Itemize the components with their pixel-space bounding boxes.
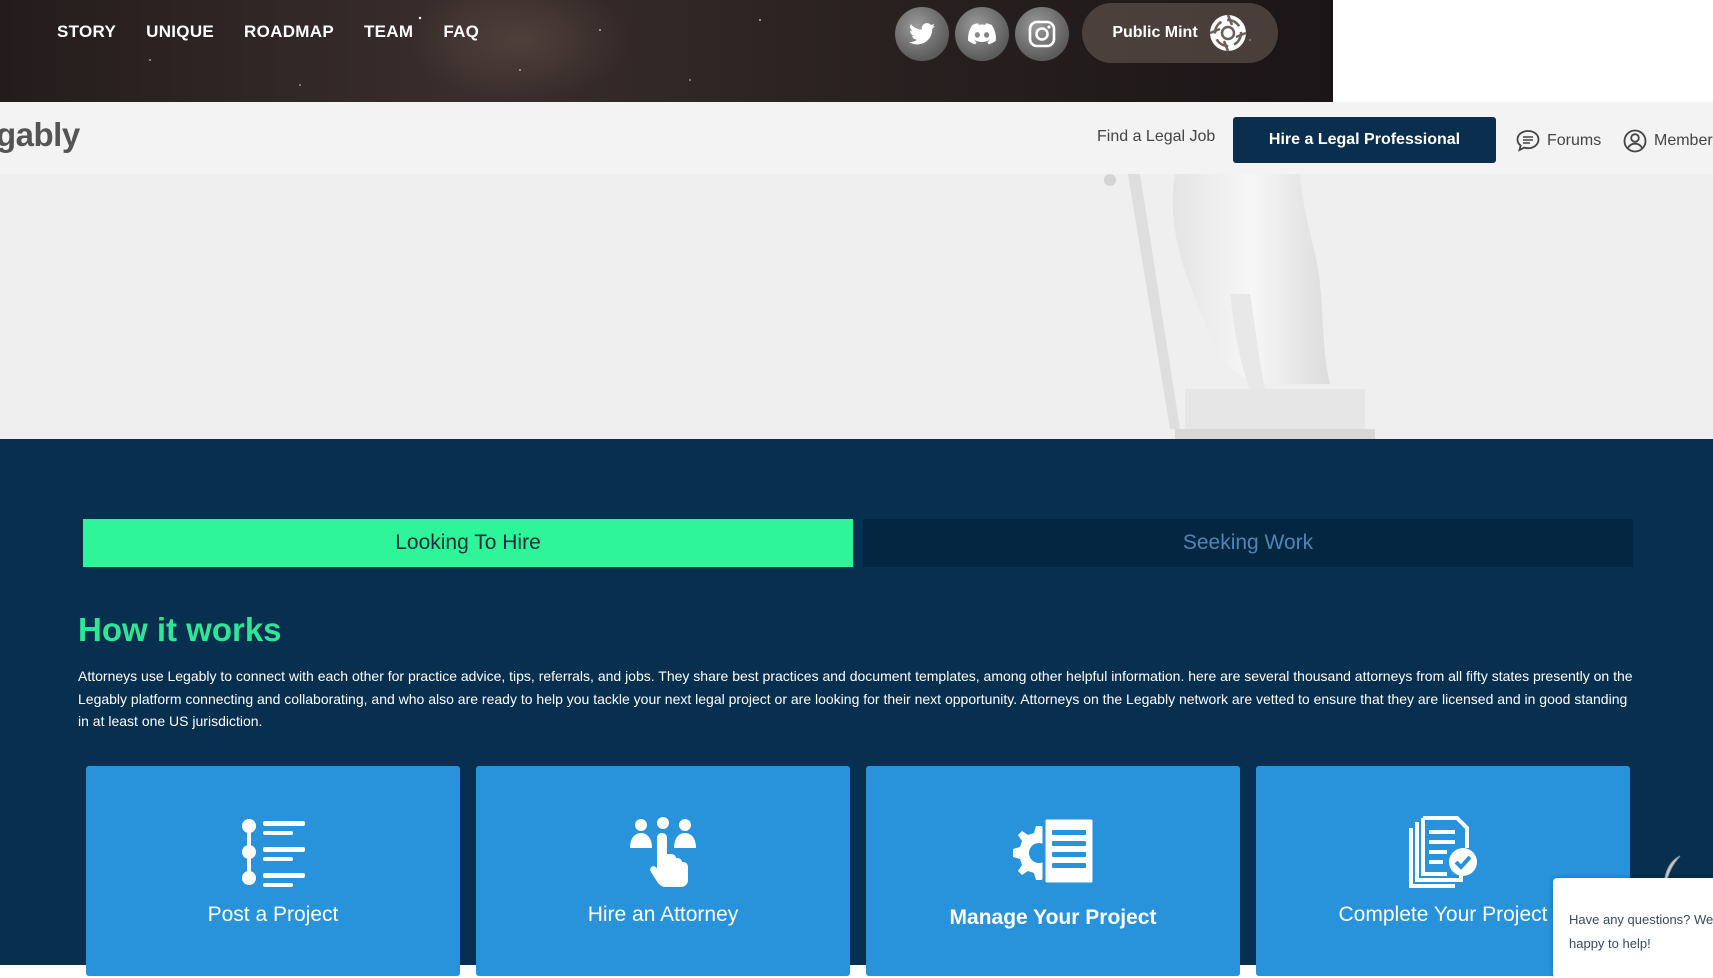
top-banner: STORY UNIQUE ROADMAP TEAM FAQ Public Min… <box>0 0 1333 102</box>
step-card-post-project[interactable]: Post a Project <box>86 766 460 976</box>
user-icon <box>1623 129 1647 153</box>
how-it-works-title: How it works <box>78 611 282 648</box>
nav-story[interactable]: STORY <box>57 22 116 42</box>
brand-logo[interactable]: gably <box>0 116 80 154</box>
mint-logo-icon <box>1209 14 1247 52</box>
hire-legal-professional-button[interactable]: Hire a Legal Professional <box>1233 117 1496 163</box>
chat-message: Have any questions? We're happy to help! <box>1569 912 1713 951</box>
step-label: Manage Your Project <box>949 906 1157 929</box>
how-it-works-section: Looking To Hire Seeking Work How it work… <box>0 439 1713 976</box>
hero-image <box>0 174 1713 439</box>
members-link[interactable]: Member <box>1622 128 1713 154</box>
social-links <box>895 7 1069 61</box>
instagram-icon <box>1028 20 1056 48</box>
list-icon <box>242 819 305 887</box>
nav-team[interactable]: TEAM <box>364 22 413 42</box>
gear-document-icon <box>1013 816 1096 886</box>
step-label: Post a Project <box>207 903 339 926</box>
step-card-hire-attorney[interactable]: Hire an Attorney <box>476 766 850 976</box>
discord-button[interactable] <box>955 7 1009 61</box>
members-label: Member <box>1654 132 1713 149</box>
instagram-button[interactable] <box>1015 7 1069 61</box>
document-check-icon <box>1409 816 1477 888</box>
public-mint-button[interactable]: Public Mint <box>1082 3 1278 63</box>
twitter-button[interactable] <box>895 7 949 61</box>
step-label: Hire an Attorney <box>587 903 739 926</box>
justice-statue-image <box>1104 174 1375 439</box>
forums-link[interactable]: Forums <box>1515 128 1601 154</box>
public-mint-label: Public Mint <box>1112 24 1198 41</box>
nav-faq[interactable]: FAQ <box>443 22 479 42</box>
top-nav: STORY UNIQUE ROADMAP TEAM FAQ <box>57 22 479 42</box>
nav-unique[interactable]: UNIQUE <box>146 22 214 42</box>
chat-widget[interactable]: Have any questions? We're happy to help! <box>1553 878 1713 978</box>
tab-looking-to-hire[interactable]: Looking To Hire <box>83 519 853 567</box>
twitter-icon <box>909 23 935 45</box>
how-it-works-description: Attorneys use Legably to connect with ea… <box>78 668 1633 729</box>
people-pointer-icon <box>630 817 696 887</box>
site-header: gably Find a Legal Job Hire a Legal Prof… <box>0 102 1713 174</box>
chat-icon <box>1516 130 1540 152</box>
discord-icon <box>968 23 996 45</box>
tab-seeking-work[interactable]: Seeking Work <box>863 519 1633 567</box>
find-legal-job-link[interactable]: Find a Legal Job <box>1097 128 1215 146</box>
nav-roadmap[interactable]: ROADMAP <box>244 22 334 42</box>
forums-label: Forums <box>1547 132 1602 149</box>
step-card-manage-project[interactable]: Manage Your Project <box>866 766 1240 976</box>
